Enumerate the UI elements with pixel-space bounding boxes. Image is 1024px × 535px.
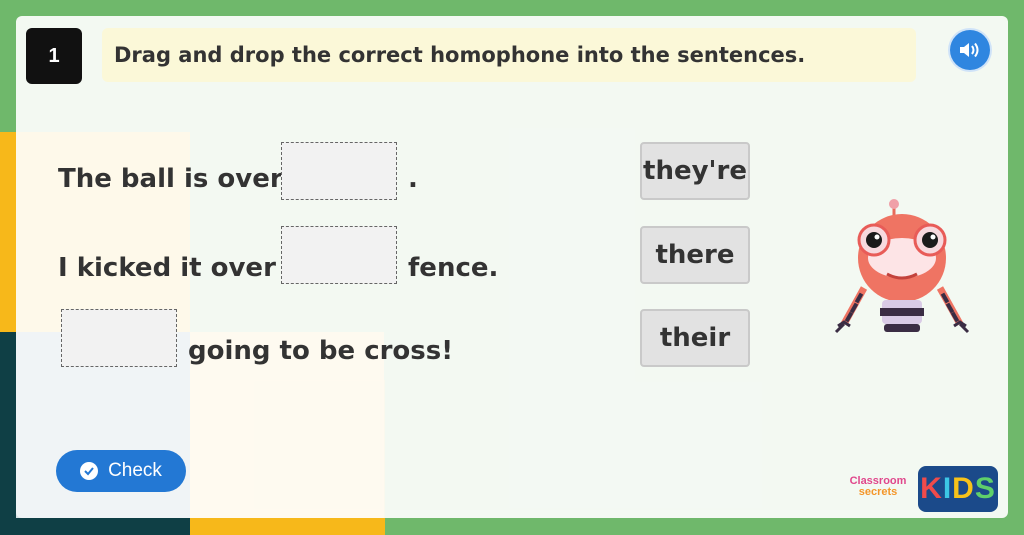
kids-logo-i: I [942,472,953,505]
dropzone-sentence-3[interactable] [61,309,177,367]
sentence-3-end: going to be cross! [188,336,454,366]
kids-logo: K I D S [918,466,998,512]
sentence-2-text: I kicked it over [58,253,276,283]
sentence-1-end: . [408,164,418,194]
check-button-label: Check [108,460,162,481]
check-button[interactable]: Check [56,450,186,492]
word-tile-there[interactable]: there [640,226,750,284]
dropzone-sentence-1[interactable] [281,142,397,200]
instruction-text: Drag and drop the correct homophone into… [114,43,806,67]
dropzone-sentence-2[interactable] [281,226,397,284]
robot-mascot-icon [834,199,970,334]
speaker-icon [960,42,979,58]
instruction-banner: Drag and drop the correct homophone into… [102,28,916,82]
logo-line2: secrets [858,486,898,498]
sentence-2-end: fence. [408,253,499,283]
audio-button[interactable] [950,30,990,70]
word-tile-theyre[interactable]: they're [640,142,750,200]
checkmark-icon [80,462,99,480]
kids-logo-s: S [974,472,996,505]
classroom-secrets-logo: Classroom secrets [838,476,918,506]
kids-logo-d: D [952,472,975,505]
kids-logo-k: K [920,472,943,505]
word-tile-their[interactable]: their [640,309,750,367]
question-number-badge: 1 [26,28,82,84]
sentence-1-text: The ball is over [58,164,283,194]
